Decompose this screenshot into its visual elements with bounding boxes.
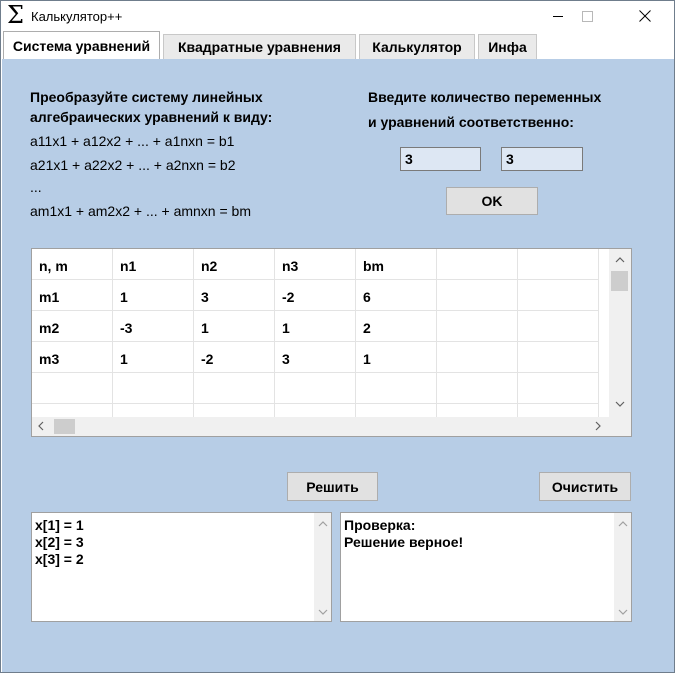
grid-cell[interactable] bbox=[437, 373, 518, 404]
title-bar[interactable]: Σ Калькулятор++ bbox=[1, 1, 674, 31]
grid-cell[interactable] bbox=[437, 342, 518, 373]
verification-scrollbar[interactable] bbox=[614, 513, 631, 621]
minimize-icon bbox=[552, 15, 563, 17]
grid-cell[interactable]: 1 bbox=[194, 311, 275, 342]
grid-cell[interactable] bbox=[518, 280, 599, 311]
grid-row-header[interactable] bbox=[32, 373, 113, 404]
grid-cell[interactable]: -2 bbox=[275, 280, 356, 311]
grid-row-header[interactable]: m3 bbox=[32, 342, 113, 373]
grid-cell[interactable]: 6 bbox=[356, 280, 437, 311]
tab-quadratic-equations[interactable]: Квадратные уравнения bbox=[163, 34, 356, 59]
grid-column-header[interactable] bbox=[518, 249, 599, 280]
window-title: Калькулятор++ bbox=[31, 9, 123, 24]
instruction-line-1: Преобразуйте систему линейных bbox=[30, 89, 263, 105]
scroll-left-icon[interactable] bbox=[38, 421, 44, 434]
grid-cell[interactable]: 1 bbox=[275, 311, 356, 342]
app-window: Σ Калькулятор++ Система уравнений Квадра… bbox=[0, 0, 675, 673]
scroll-up-icon[interactable] bbox=[318, 519, 328, 530]
equations-count-input[interactable]: 3 bbox=[501, 147, 583, 171]
grid-cell[interactable]: 3 bbox=[194, 280, 275, 311]
grid-cell[interactable] bbox=[437, 280, 518, 311]
equation-row-2: a21x1 + a22x2 + ... + a2nxn = b2 bbox=[30, 157, 236, 173]
grid-cell[interactable] bbox=[194, 373, 275, 404]
tab-linear-system[interactable]: Система уравнений bbox=[3, 31, 160, 59]
close-button[interactable] bbox=[622, 1, 668, 31]
grid-cell[interactable]: 3 bbox=[275, 342, 356, 373]
grid-cell[interactable] bbox=[518, 311, 599, 342]
dimensions-label-line-1: Введите количество переменных bbox=[368, 89, 602, 105]
grid-cell[interactable]: -3 bbox=[113, 311, 194, 342]
grid-column-header[interactable]: n1 bbox=[113, 249, 194, 280]
verification-text: Проверка: Решение верное! bbox=[344, 517, 464, 550]
tab-info[interactable]: Инфа bbox=[478, 34, 537, 59]
grid-column-header[interactable]: n, m bbox=[32, 249, 113, 280]
scroll-up-icon[interactable] bbox=[615, 255, 625, 266]
maximize-button[interactable] bbox=[564, 1, 610, 31]
solve-button[interactable]: Решить bbox=[287, 472, 378, 501]
equation-row-1: a11x1 + a12x2 + ... + a1nxn = b1 bbox=[30, 133, 235, 149]
grid-horizontal-scrollbar[interactable] bbox=[32, 417, 609, 436]
grid-row-header[interactable]: m1 bbox=[32, 280, 113, 311]
scrollbar-corner bbox=[609, 417, 631, 436]
grid-cell[interactable]: 1 bbox=[356, 342, 437, 373]
tab-calculator[interactable]: Калькулятор bbox=[359, 34, 475, 59]
grid-cell[interactable]: -2 bbox=[194, 342, 275, 373]
solution-text: x[1] = 1 x[2] = 3 x[3] = 2 bbox=[35, 517, 84, 567]
grid-column-header[interactable]: bm bbox=[356, 249, 437, 280]
grid-column-header[interactable] bbox=[437, 249, 518, 280]
variables-count-input[interactable]: 3 bbox=[400, 147, 481, 171]
maximize-icon bbox=[581, 10, 593, 22]
grid-cell[interactable] bbox=[518, 342, 599, 373]
grid-cell[interactable] bbox=[113, 373, 194, 404]
instruction-line-2: алгебраических уравнений к виду: bbox=[30, 109, 273, 125]
grid-column-header[interactable]: n3 bbox=[275, 249, 356, 280]
solution-output[interactable]: x[1] = 1 x[2] = 3 x[3] = 2 bbox=[31, 512, 332, 622]
close-icon bbox=[639, 10, 651, 22]
scroll-down-icon[interactable] bbox=[615, 399, 625, 410]
equation-ellipsis: ... bbox=[30, 179, 42, 195]
scroll-right-icon[interactable] bbox=[595, 421, 601, 434]
dimensions-label-line-2: и уравнений соответственно: bbox=[368, 114, 574, 130]
grid-cell[interactable]: 2 bbox=[356, 311, 437, 342]
ok-button[interactable]: OK bbox=[446, 187, 538, 215]
grid-cell[interactable] bbox=[356, 373, 437, 404]
scroll-down-icon[interactable] bbox=[318, 607, 328, 618]
clear-button[interactable]: Очистить bbox=[539, 472, 631, 501]
grid-cell[interactable] bbox=[437, 311, 518, 342]
grid-row-header[interactable]: m2 bbox=[32, 311, 113, 342]
linear-system-panel: Преобразуйте систему линейных алгебраиче… bbox=[2, 59, 674, 672]
scroll-up-icon[interactable] bbox=[618, 519, 628, 530]
grid-column-header[interactable]: n2 bbox=[194, 249, 275, 280]
equation-row-m: am1x1 + am2x2 + ... + amnxn = bm bbox=[30, 203, 251, 219]
solution-scrollbar[interactable] bbox=[314, 513, 331, 621]
verification-output[interactable]: Проверка: Решение верное! bbox=[340, 512, 632, 622]
grid-cell[interactable] bbox=[518, 373, 599, 404]
tab-strip: Система уравнений Квадратные уравнения К… bbox=[1, 31, 674, 59]
vertical-scroll-thumb[interactable] bbox=[611, 271, 628, 291]
grid-vertical-scrollbar[interactable] bbox=[609, 249, 631, 436]
horizontal-scroll-thumb[interactable] bbox=[54, 419, 75, 434]
grid-cell[interactable] bbox=[275, 373, 356, 404]
scroll-down-icon[interactable] bbox=[618, 607, 628, 618]
sigma-app-icon: Σ bbox=[7, 1, 24, 29]
grid-cell[interactable]: 1 bbox=[113, 342, 194, 373]
coefficients-grid[interactable]: n, m n1 n2 n3 bm m1 1 3 -2 6 m2 -3 1 1 2 m3 1 -2 3 1 bbox=[31, 248, 632, 437]
grid-cell[interactable]: 1 bbox=[113, 280, 194, 311]
